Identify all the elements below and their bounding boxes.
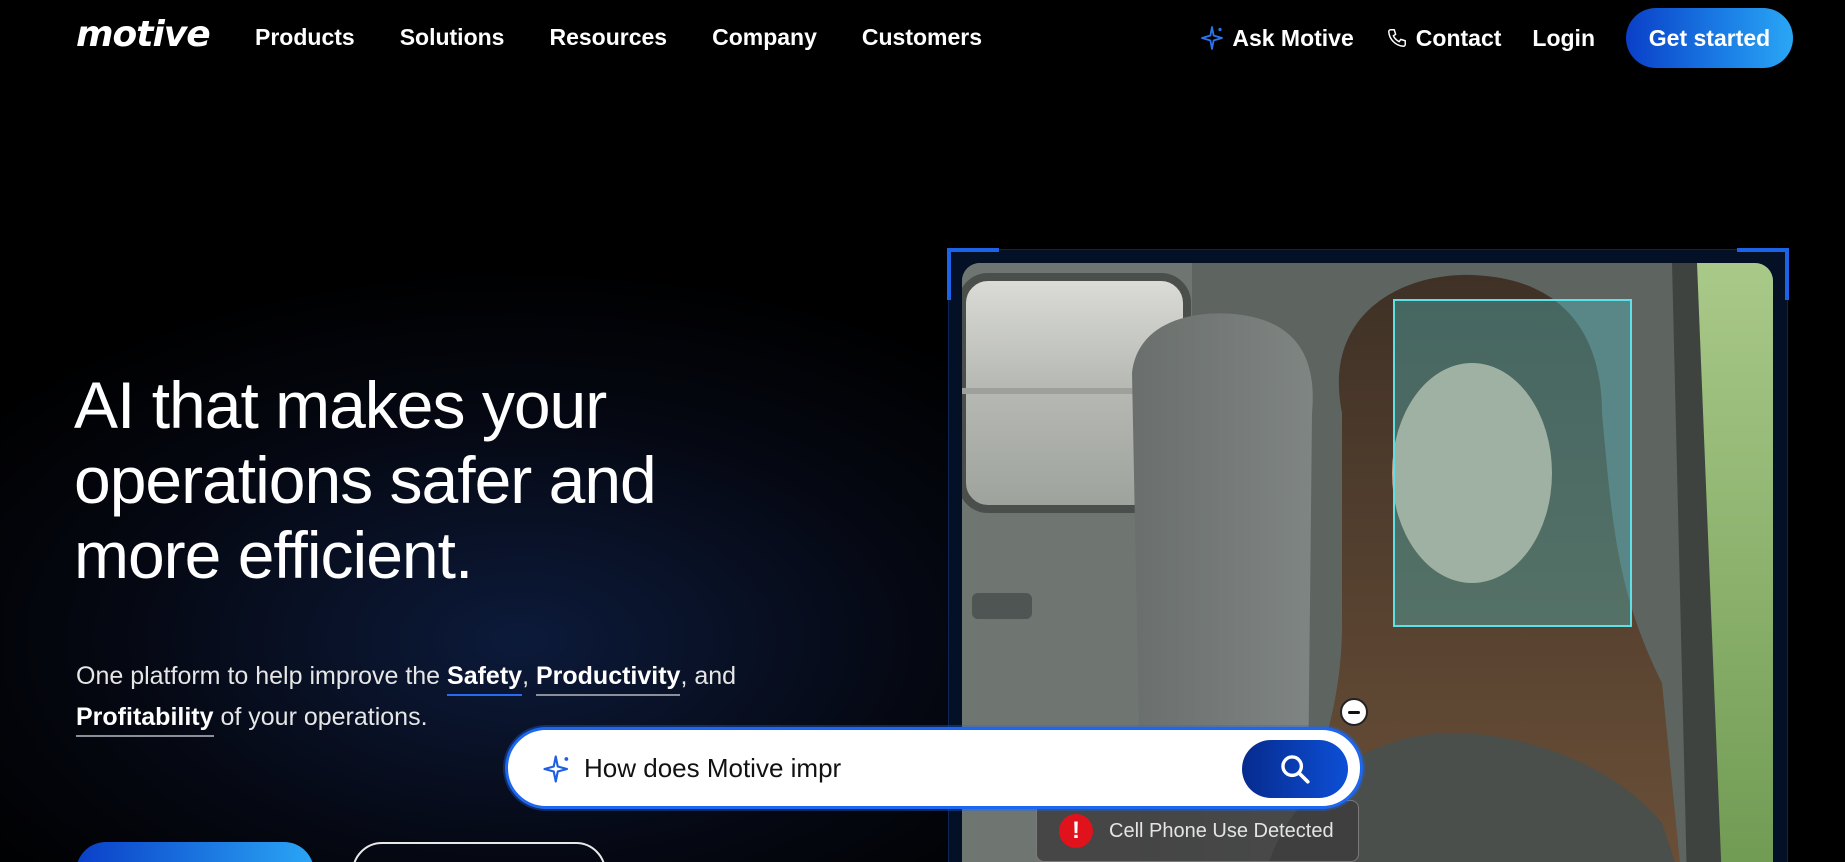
- search-icon: [1281, 755, 1310, 784]
- hero-subtitle-sep-1: ,: [522, 662, 536, 690]
- hero-secondary-cta[interactable]: [352, 842, 606, 862]
- nav-solutions[interactable]: Solutions: [400, 24, 505, 51]
- contact-label: Contact: [1415, 24, 1502, 51]
- hero-subtitle-sep-2: , and: [680, 662, 737, 690]
- ask-motive-input[interactable]: [584, 745, 1144, 791]
- alert-text: Cell Phone Use Detected: [1109, 819, 1334, 842]
- hero-primary-cta[interactable]: [76, 842, 314, 862]
- page: motive Products Solutions Resources Comp…: [0, 0, 1845, 862]
- nav-products[interactable]: Products: [255, 24, 355, 51]
- minus-icon: [1348, 710, 1360, 714]
- motive-logo[interactable]: motive: [76, 14, 211, 55]
- nav-company[interactable]: Company: [712, 24, 817, 51]
- ask-submit-button[interactable]: [1242, 740, 1348, 798]
- sparkle-icon: [1201, 26, 1224, 50]
- ask-motive-widget: [505, 727, 1363, 809]
- nav-resources[interactable]: Resources: [549, 24, 667, 51]
- hero-title: AI that makes your operations safer and …: [74, 368, 794, 593]
- minimize-ask-widget-button[interactable]: [1340, 698, 1368, 726]
- productivity-link[interactable]: Productivity: [535, 662, 681, 696]
- ask-motive-label: Ask Motive: [1232, 24, 1354, 51]
- ask-motive-link[interactable]: Ask Motive: [1200, 24, 1354, 52]
- phone-icon: [1387, 29, 1406, 47]
- alert-icon: !: [1059, 814, 1093, 848]
- hero-subtitle-suffix: of your operations.: [213, 703, 428, 731]
- sparkle-icon: [543, 755, 569, 783]
- profitability-link[interactable]: Profitability: [76, 703, 214, 737]
- top-navigation: motive Products Solutions Resources Comp…: [0, 0, 1845, 78]
- nav-customers[interactable]: Customers: [862, 24, 982, 51]
- cell-phone-alert: ! Cell Phone Use Detected: [1036, 800, 1359, 862]
- hero-subtitle: One platform to help improve the Safety,…: [76, 656, 816, 738]
- hero-title-line-3: more efficient.: [74, 518, 473, 592]
- hero-subtitle-prefix: One platform to help improve the: [76, 662, 448, 690]
- hero-title-line-1: AI that makes your: [74, 368, 607, 442]
- login-link[interactable]: Login: [1532, 25, 1595, 52]
- hero-title-line-2: operations safer and: [74, 443, 657, 517]
- utility-nav: Ask Motive Contact Login Get started: [1200, 8, 1845, 68]
- main-nav: Products Solutions Resources Company Cus…: [255, 24, 982, 51]
- contact-link[interactable]: Contact: [1386, 24, 1502, 52]
- safety-link[interactable]: Safety: [447, 662, 523, 696]
- face-detection-box: [1393, 299, 1632, 627]
- get-started-button[interactable]: Get started: [1626, 8, 1793, 68]
